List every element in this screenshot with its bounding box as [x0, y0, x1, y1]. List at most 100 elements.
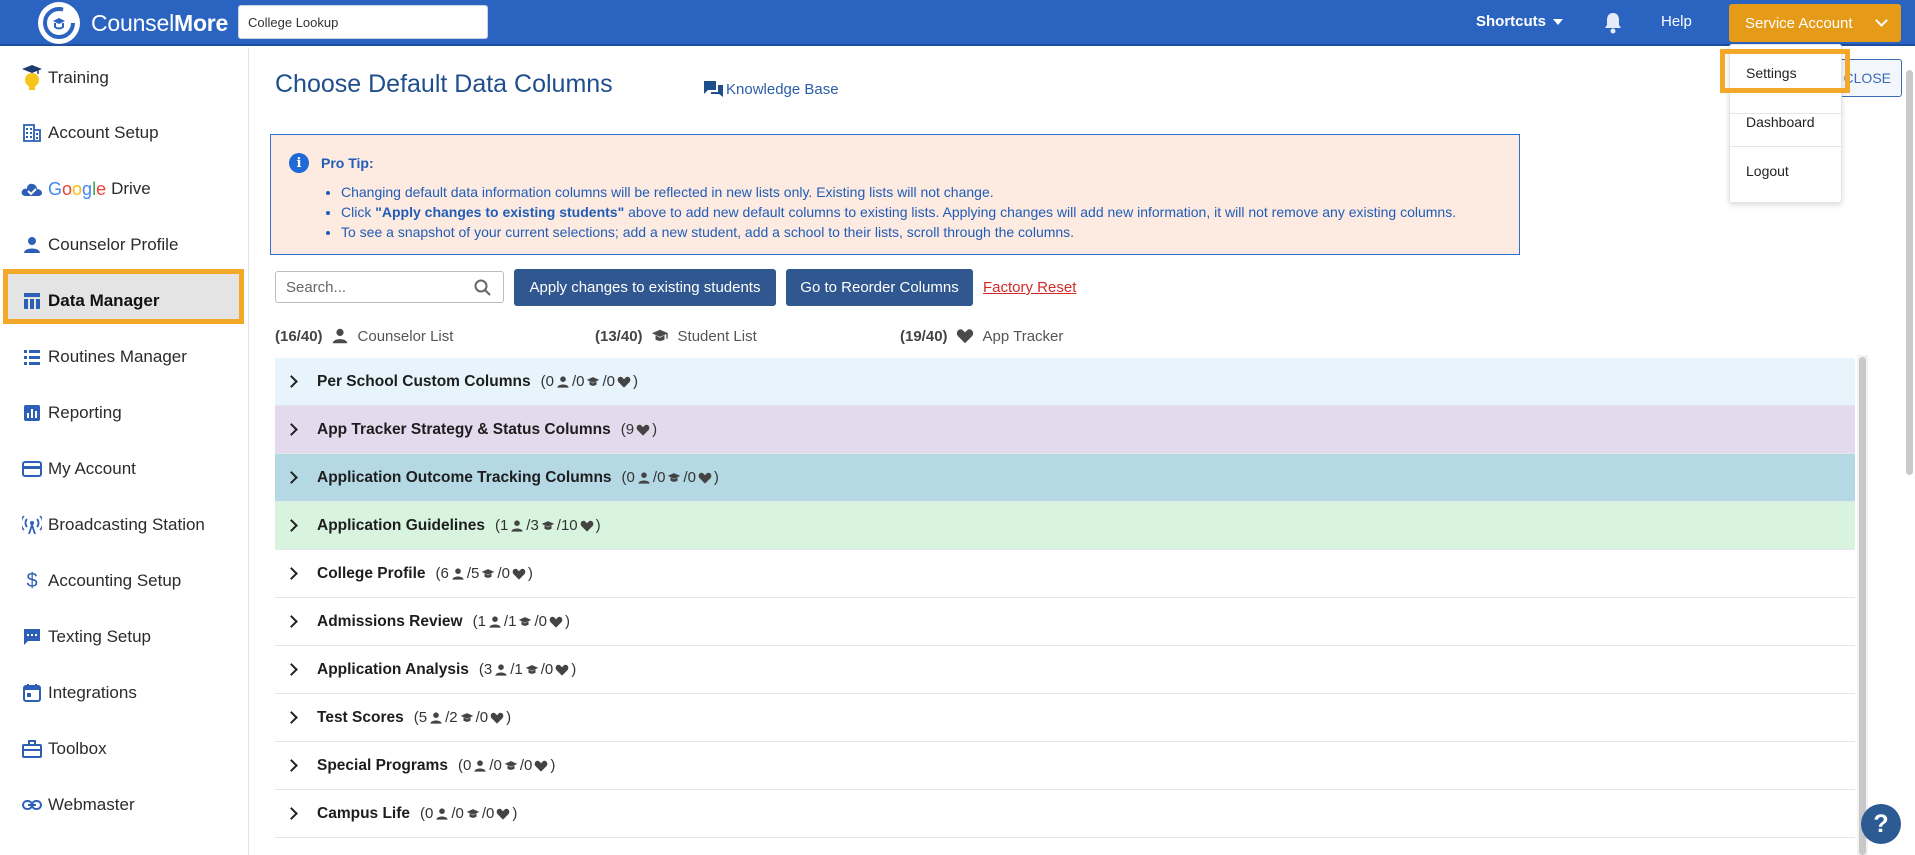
column-group-row[interactable]: Admissions Review ( 1 / 1 / 0 ): [275, 598, 1855, 646]
sidebar-item-counselor-profile[interactable]: Counselor Profile: [20, 229, 178, 261]
sidebar-item-routines-manager[interactable]: Routines Manager: [20, 341, 187, 373]
column-group-name: Admissions Review: [317, 612, 463, 630]
counselmore-logo[interactable]: CounselMore: [38, 2, 228, 44]
page-scrollbar[interactable]: [1906, 70, 1913, 475]
chevron-right-icon[interactable]: [285, 711, 298, 724]
chevron-down-icon: [1875, 14, 1888, 27]
info-icon: i: [289, 153, 309, 173]
settings-highlight-box: [1720, 49, 1850, 93]
column-group-row[interactable]: Application Analysis ( 3 / 1 / 0 ): [275, 646, 1855, 694]
column-group-row[interactable]: Test Scores ( 5 / 2 / 0 ): [275, 694, 1855, 742]
sidebar-item-webmaster[interactable]: Webmaster: [20, 789, 135, 821]
heart-icon: [534, 760, 548, 772]
sidebar-item-accounting-setup[interactable]: $ Accounting Setup: [20, 565, 181, 597]
student-count: 0: [493, 757, 502, 774]
sidebar-item-texting-setup[interactable]: Texting Setup: [20, 621, 151, 653]
column-group-stats: ( 0 / 0 / 0 ): [457, 757, 556, 774]
sidebar-item-toolbox[interactable]: Toolbox: [20, 733, 107, 765]
column-group-row[interactable]: Application Guidelines ( 1 / 3 / 10 ): [275, 502, 1855, 550]
notification-bell-icon[interactable]: [1603, 12, 1623, 34]
chevron-right-icon[interactable]: [285, 519, 298, 532]
chevron-right-icon[interactable]: [285, 615, 298, 628]
tracker-count: 0: [523, 757, 533, 774]
search-icon[interactable]: [474, 279, 492, 297]
person-icon: [20, 233, 44, 257]
sidebar-item-training[interactable]: Training: [20, 62, 109, 94]
student-count: 0: [657, 469, 666, 486]
column-search-box[interactable]: [275, 271, 504, 303]
student-count: 1: [508, 613, 517, 630]
sidebar-item-reporting[interactable]: Reporting: [20, 397, 122, 429]
toolbox-icon: [20, 737, 44, 761]
column-group-row[interactable]: Application Outcome Tracking Columns ( 0 …: [275, 454, 1855, 502]
pro-tip-text: Click: [341, 204, 376, 220]
column-group-row[interactable]: Campus Life ( 0 / 0 / 0 ): [275, 790, 1855, 838]
sidebar-item-account-setup[interactable]: Account Setup: [20, 117, 159, 149]
column-group-row[interactable]: Per School Custom Columns ( 0 / 0 / 0 ): [275, 358, 1855, 406]
chevron-right-icon[interactable]: [285, 423, 298, 436]
help-link[interactable]: Help: [1661, 13, 1692, 30]
graduation-cap-icon: [587, 376, 600, 386]
column-group-name: App Tracker Strategy & Status Columns: [317, 420, 611, 438]
person-icon: [436, 807, 448, 820]
factory-reset-link[interactable]: Factory Reset: [983, 279, 1076, 296]
tracker-count: 0: [544, 661, 554, 678]
sidebar-item-data-manager[interactable]: Data Manager: [20, 285, 159, 317]
counselor-count: 5: [418, 709, 428, 726]
knowledge-base-link[interactable]: Knowledge Base: [703, 80, 839, 99]
graduation-cap-icon: [504, 760, 518, 770]
column-group-row[interactable]: Special Programs ( 0 / 0 / 0 ): [275, 742, 1855, 790]
college-lookup-input[interactable]: [238, 5, 488, 39]
apply-changes-button[interactable]: Apply changes to existing students: [514, 269, 776, 306]
pro-tip-bullet: Click "Apply changes to existing student…: [341, 202, 1519, 222]
service-account-button[interactable]: Service Account: [1729, 4, 1901, 42]
count-value: (13/40): [595, 327, 643, 345]
pro-tip-list: Changing default data information column…: [341, 182, 1519, 242]
column-group-row[interactable]: App Tracker Strategy & Status Columns ( 9…: [275, 406, 1855, 454]
menu-item-logout[interactable]: Logout: [1730, 146, 1843, 195]
chevron-right-icon[interactable]: [285, 807, 298, 820]
chevron-right-icon[interactable]: [285, 567, 298, 580]
column-search-input[interactable]: [286, 278, 466, 296]
tracker-count: 10: [560, 517, 578, 534]
count-label: Counselor List: [357, 327, 454, 345]
chevron-right-icon[interactable]: [285, 663, 298, 676]
sidebar-item-label: Broadcasting Station: [48, 515, 205, 534]
chevron-right-icon[interactable]: [285, 375, 298, 388]
sidebar-item-label: Data Manager: [48, 291, 160, 310]
column-group-name: Application Guidelines: [317, 516, 485, 534]
sidebar-item-google-drive[interactable]: Google Drive: [20, 173, 151, 205]
column-group-name: Special Programs: [317, 756, 448, 774]
person-icon: [430, 711, 442, 724]
sidebar-item-my-account[interactable]: My Account: [20, 453, 136, 485]
chevron-right-icon[interactable]: [285, 471, 298, 484]
help-chat-button[interactable]: ?: [1861, 804, 1901, 844]
sidebar-item-label: Drive: [111, 179, 151, 198]
menu-item-dashboard[interactable]: Dashboard: [1730, 97, 1843, 146]
heart-icon: [497, 808, 510, 820]
column-group-stats: ( 1 / 3 / 10 ): [494, 517, 601, 534]
column-group-stats: ( 0 / 0 / 0 ): [621, 469, 719, 486]
sidebar-item-label: Accounting Setup: [48, 571, 182, 590]
counselor-list-count: (16/40) Counselor List: [275, 327, 453, 345]
knowledge-base-label: Knowledge Base: [726, 81, 839, 98]
training-bulb-icon: [20, 65, 44, 90]
shortcuts-dropdown[interactable]: Shortcuts: [1476, 13, 1564, 30]
table-icon: [20, 289, 44, 313]
student-count: 0: [455, 805, 464, 822]
heart-icon: [617, 376, 631, 388]
chevron-right-icon[interactable]: [285, 759, 298, 772]
graduation-cap-icon: [482, 568, 495, 578]
counselor-count: 6: [440, 565, 449, 582]
column-group-row[interactable]: College Profile ( 6 / 5 / 0 ): [275, 550, 1855, 598]
google-drive-icon: [20, 177, 44, 201]
sidebar-item-broadcasting-station[interactable]: Broadcasting Station: [20, 509, 205, 541]
sidebar-item-integrations[interactable]: Integrations: [20, 677, 137, 709]
reorder-columns-button[interactable]: Go to Reorder Columns: [786, 269, 973, 306]
heart-icon: [555, 664, 569, 676]
pro-tip-bullet: To see a snapshot of your current select…: [341, 222, 1519, 242]
list-scrollbar-thumb[interactable]: [1859, 357, 1866, 855]
chat-bubbles-icon: [704, 81, 723, 97]
building-icon: [20, 121, 44, 145]
pro-tip-heading: i Pro Tip:: [289, 153, 1519, 173]
